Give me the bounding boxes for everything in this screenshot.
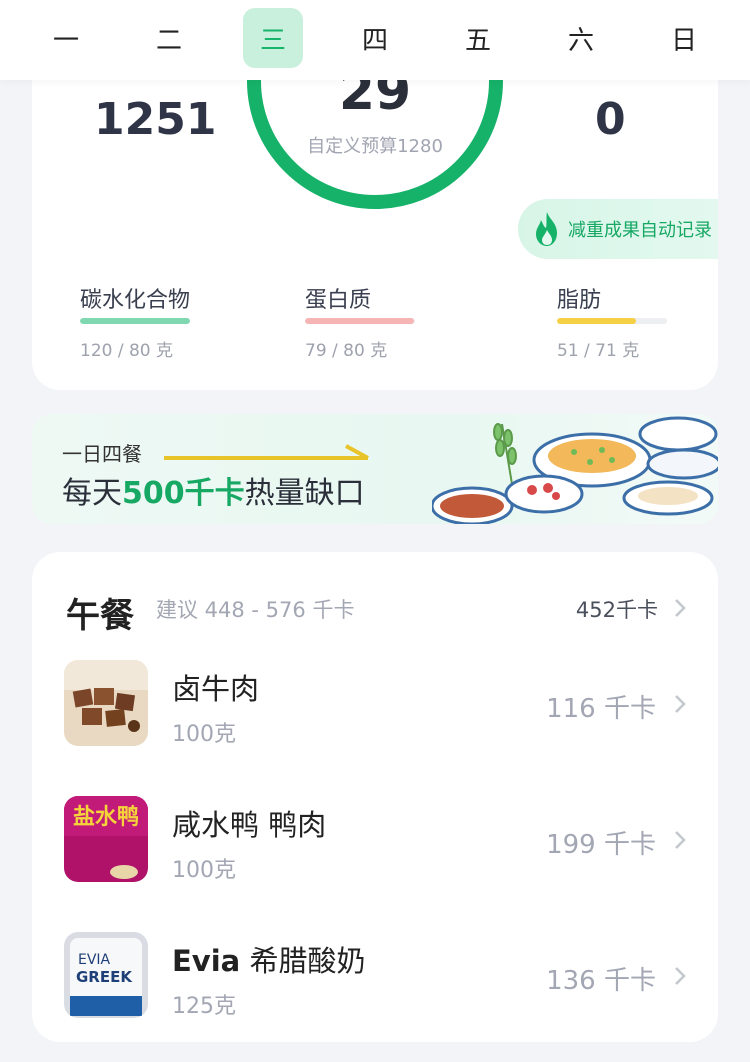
meal-title: 午餐: [66, 596, 134, 636]
braised-beef-thumbnail: [64, 660, 148, 746]
food-weight: 100克: [172, 858, 236, 883]
banner-headline-highlight: 500千卡: [122, 476, 245, 511]
salted-duck-package-text: 盐水鸭: [73, 804, 139, 830]
yogurt-type-text: GREEK: [76, 968, 133, 986]
food-calories: 116 千卡: [546, 694, 656, 724]
day-thursday[interactable]: 四: [345, 8, 405, 68]
day-friday[interactable]: 五: [448, 8, 508, 68]
macro-carbs: 碳水化合物 120 / 80 克: [80, 282, 191, 361]
macro-name: 蛋白质: [305, 288, 372, 313]
banner-headline-suffix: 热量缺口: [244, 476, 365, 511]
food-weight: 125克: [172, 994, 236, 1019]
lunch-card: 午餐 建议 448 - 576 千卡 452千卡 卤牛肉 100克 116 千卡…: [32, 552, 718, 1042]
chevron-right-icon[interactable]: [674, 966, 686, 986]
meal-total-calories[interactable]: 452千卡: [576, 594, 658, 624]
macro-progress-fill: [305, 318, 414, 324]
food-name: 咸水鸭 鸭肉: [172, 808, 327, 842]
day-monday[interactable]: 一: [36, 8, 96, 68]
day-saturday[interactable]: 六: [551, 8, 611, 68]
flame-icon: [536, 212, 557, 246]
evia-yogurt-thumbnail: EVIA GREEK: [64, 932, 148, 1018]
macro-name: 脂肪: [557, 288, 602, 313]
macro-progress-bar: [80, 318, 190, 324]
day-tuesday[interactable]: 二: [139, 8, 199, 68]
banner-headline-prefix: 每天: [62, 476, 122, 511]
macro-progress-fill: [80, 318, 190, 324]
chevron-right-icon[interactable]: [674, 694, 686, 714]
weight-record-button[interactable]: 减重成果自动记录: [518, 199, 718, 259]
exercise-value: 0: [595, 94, 626, 145]
macro-progress-bar: [557, 318, 667, 324]
salted-duck-thumbnail: 盐水鸭: [64, 796, 148, 882]
arrow-right-icon: [164, 444, 369, 460]
custom-budget-label: 自定义预算1280: [307, 136, 443, 157]
food-name: 卤牛肉: [172, 672, 260, 706]
four-meals-banner[interactable]: 一日四餐 每天500千卡热量缺口: [32, 414, 718, 524]
banner-headline: 每天500千卡热量缺口: [62, 468, 365, 512]
macro-progress-bar: [305, 318, 415, 324]
banner-small-text: 一日四餐: [62, 442, 142, 466]
macro-value: 51 / 71 克: [557, 341, 640, 361]
week-day-selector: 一 二 三 四 五 六 日: [0, 0, 750, 80]
day-sunday[interactable]: 日: [654, 8, 714, 68]
food-item-braised-beef[interactable]: 卤牛肉 100克 116 千卡: [32, 660, 718, 760]
chevron-right-icon[interactable]: [674, 830, 686, 850]
weight-record-label: 减重成果自动记录: [568, 220, 712, 241]
food-item-evia-yogurt[interactable]: EVIA GREEK Evia 希腊酸奶 125克 136 千卡: [32, 932, 718, 1032]
macro-name: 碳水化合物: [80, 288, 191, 313]
intake-value: 1251: [94, 94, 217, 145]
chevron-right-icon[interactable]: [674, 598, 686, 618]
macro-value: 120 / 80 克: [80, 341, 174, 361]
macro-protein: 蛋白质 79 / 80 克: [305, 282, 415, 361]
macro-value: 79 / 80 克: [305, 341, 388, 361]
meal-suggestion: 建议 448 - 576 千卡: [156, 598, 355, 622]
food-calories: 136 千卡: [546, 966, 656, 996]
food-name: Evia 希腊酸奶: [172, 944, 366, 978]
yogurt-brand-text: EVIA: [78, 952, 111, 968]
macro-progress-fill: [557, 318, 637, 324]
macro-fat: 脂肪 51 / 71 克: [557, 282, 667, 361]
food-weight: 100克: [172, 722, 236, 747]
food-plates-illustration: [432, 416, 718, 524]
day-wednesday[interactable]: 三: [243, 8, 303, 68]
food-calories: 199 千卡: [546, 830, 656, 860]
food-item-salted-duck[interactable]: 盐水鸭 咸水鸭 鸭肉 100克 199 千卡: [32, 796, 718, 896]
